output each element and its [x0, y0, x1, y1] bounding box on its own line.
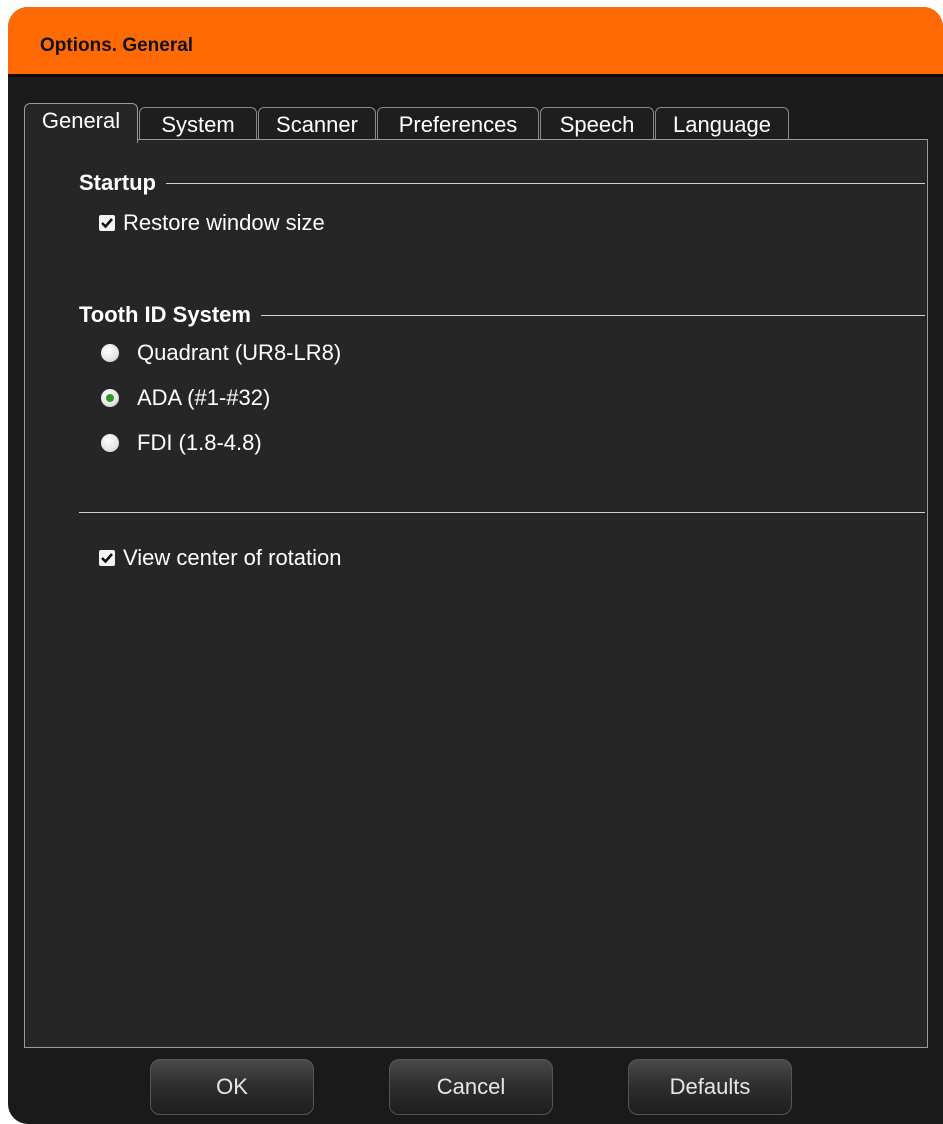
- ok-button[interactable]: OK: [150, 1059, 314, 1115]
- radio-fdi-label: FDI (1.8-4.8): [137, 430, 262, 455]
- startup-divider: [166, 182, 925, 184]
- radio-quadrant-label: Quadrant (UR8-LR8): [137, 340, 342, 365]
- cancel-button[interactable]: Cancel: [389, 1059, 553, 1115]
- tab-language[interactable]: Language: [655, 107, 789, 141]
- radio-fdi[interactable]: FDI (1.8-4.8): [101, 430, 262, 456]
- checkbox-checked-icon: [99, 215, 115, 231]
- title-bar[interactable]: Options. General: [8, 7, 943, 77]
- view-center-of-rotation-label: View center of rotation: [123, 545, 342, 570]
- tooth-id-group-header: Tooth ID System: [79, 302, 925, 328]
- radio-quadrant[interactable]: Quadrant (UR8-LR8): [101, 340, 341, 366]
- restore-window-size-checkbox[interactable]: Restore window size: [99, 210, 325, 236]
- tooth-id-divider: [260, 314, 925, 316]
- tab-preferences[interactable]: Preferences: [377, 107, 539, 141]
- section-separator: [79, 512, 925, 513]
- tooth-id-header-label: Tooth ID System: [79, 302, 251, 327]
- tab-bar: General System Scanner Preferences Speec…: [24, 103, 924, 143]
- radio-unselected-icon: [101, 344, 119, 362]
- startup-header-label: Startup: [79, 170, 156, 195]
- checkbox-checked-icon: [99, 550, 115, 566]
- tab-system[interactable]: System: [139, 107, 257, 141]
- options-dialog: Options. General General System Scanner …: [8, 7, 943, 1124]
- dialog-button-bar: OK Cancel Defaults: [8, 1057, 943, 1117]
- radio-selected-icon: [101, 389, 119, 407]
- defaults-button[interactable]: Defaults: [628, 1059, 792, 1115]
- restore-window-size-label: Restore window size: [123, 210, 325, 235]
- radio-ada[interactable]: ADA (#1-#32): [101, 385, 270, 411]
- radio-ada-label: ADA (#1-#32): [137, 385, 271, 410]
- general-panel: Startup Restore window size Tooth ID Sys…: [24, 139, 928, 1048]
- tab-speech[interactable]: Speech: [540, 107, 654, 141]
- radio-unselected-icon: [101, 434, 119, 452]
- tab-general[interactable]: General: [24, 103, 138, 143]
- window-title: Options. General: [40, 35, 194, 56]
- startup-group-header: Startup: [79, 170, 925, 196]
- tab-scanner[interactable]: Scanner: [258, 107, 376, 141]
- view-center-of-rotation-checkbox[interactable]: View center of rotation: [99, 545, 342, 571]
